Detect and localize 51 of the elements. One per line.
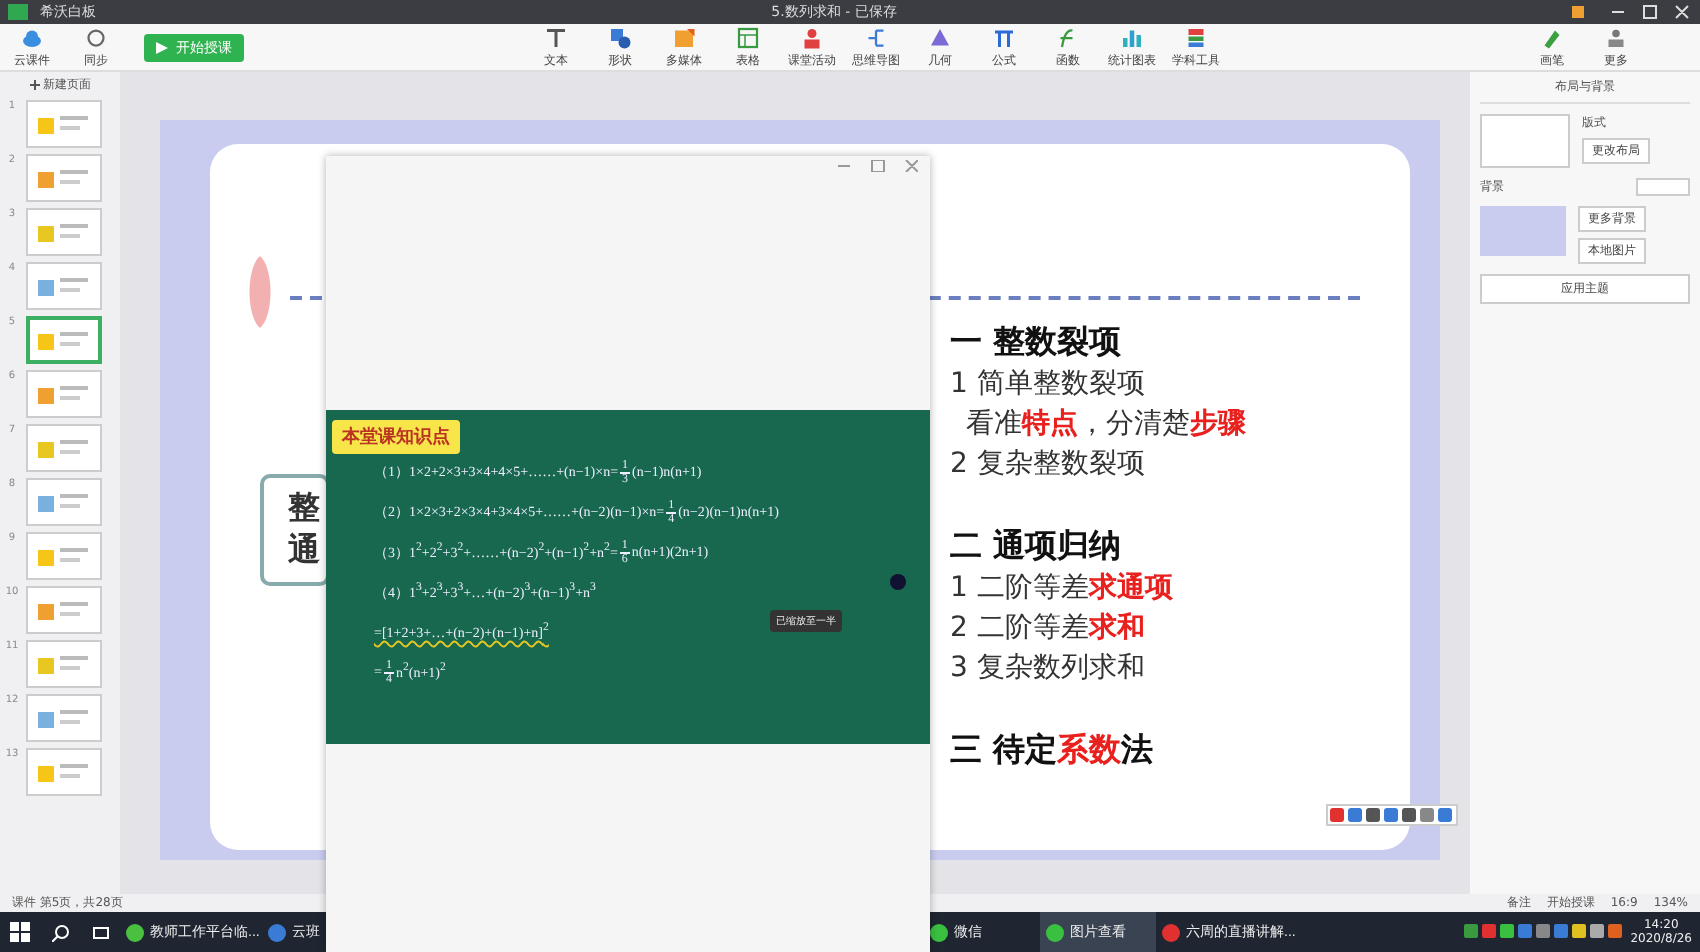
- slide-thumbnail[interactable]: [26, 262, 102, 310]
- layout-preview[interactable]: [1480, 114, 1570, 168]
- outline-item: 1 二阶等差求通项: [950, 570, 1175, 608]
- app-icon: [1046, 923, 1064, 941]
- app-logo-icon: [8, 4, 28, 20]
- slide-thumbnail[interactable]: [26, 424, 102, 472]
- slide-thumbnail[interactable]: [26, 370, 102, 418]
- outline-item: 看准特点，分清楚步骤: [964, 406, 1246, 444]
- pi-icon: [992, 25, 1016, 49]
- outline-heading: 一 整数裂项: [950, 320, 1124, 364]
- bar-chart-icon: [1120, 25, 1144, 49]
- slide-thumbnail[interactable]: [26, 208, 102, 256]
- outline-heading: 二 通项归纳: [950, 524, 1124, 568]
- window-controls-drawing[interactable]: [1572, 4, 1692, 20]
- plus-icon: [29, 80, 39, 90]
- slide-thumbnail[interactable]: [26, 100, 102, 148]
- mind-map-icon: [864, 25, 888, 49]
- triangle-icon: [928, 25, 952, 49]
- outline-item: 2 二阶等差求和: [950, 610, 1147, 648]
- app-icon: [268, 923, 286, 941]
- brush-stroke-drawing: [246, 256, 274, 328]
- slide-thumbnail[interactable]: [26, 154, 102, 202]
- app-icon: [930, 923, 948, 941]
- slide-thumbnail[interactable]: [26, 640, 102, 688]
- board-title: 本堂课知识点: [332, 420, 460, 454]
- outline-item: 3 复杂数列求和: [950, 650, 1147, 688]
- table-icon: [736, 25, 760, 49]
- text-icon: [544, 25, 568, 49]
- slide-thumbnail[interactable]: [26, 316, 102, 364]
- shapes-icon: [608, 25, 632, 49]
- slide-thumbnail[interactable]: [26, 586, 102, 634]
- outline-heading: 三 待定系数法: [950, 728, 1156, 772]
- cloud-icon: [20, 25, 44, 49]
- outline-item: 1 简单整数裂项: [950, 366, 1147, 404]
- text-box-character: 通: [288, 530, 320, 572]
- slide-thumbnail[interactable]: [26, 478, 102, 526]
- background-dropdown[interactable]: [1636, 178, 1690, 196]
- slide-thumbnail[interactable]: [26, 694, 102, 742]
- text-box-character: 整: [288, 488, 320, 530]
- input-method-toolbar[interactable]: [1326, 804, 1458, 826]
- person-icon: [1604, 25, 1628, 49]
- cursor-icon: [890, 574, 906, 590]
- slide-thumbnail[interactable]: [26, 532, 102, 580]
- slide-thumbnail[interactable]: [26, 748, 102, 796]
- books-icon: [1184, 25, 1208, 49]
- tray-icons-drawing[interactable]: [1464, 924, 1625, 940]
- person-icon: [800, 25, 824, 49]
- app-icon: [1162, 923, 1180, 941]
- app-icon: [126, 923, 144, 941]
- play-icon: [156, 41, 168, 53]
- outline-item: 2 复杂整数裂项: [950, 446, 1147, 484]
